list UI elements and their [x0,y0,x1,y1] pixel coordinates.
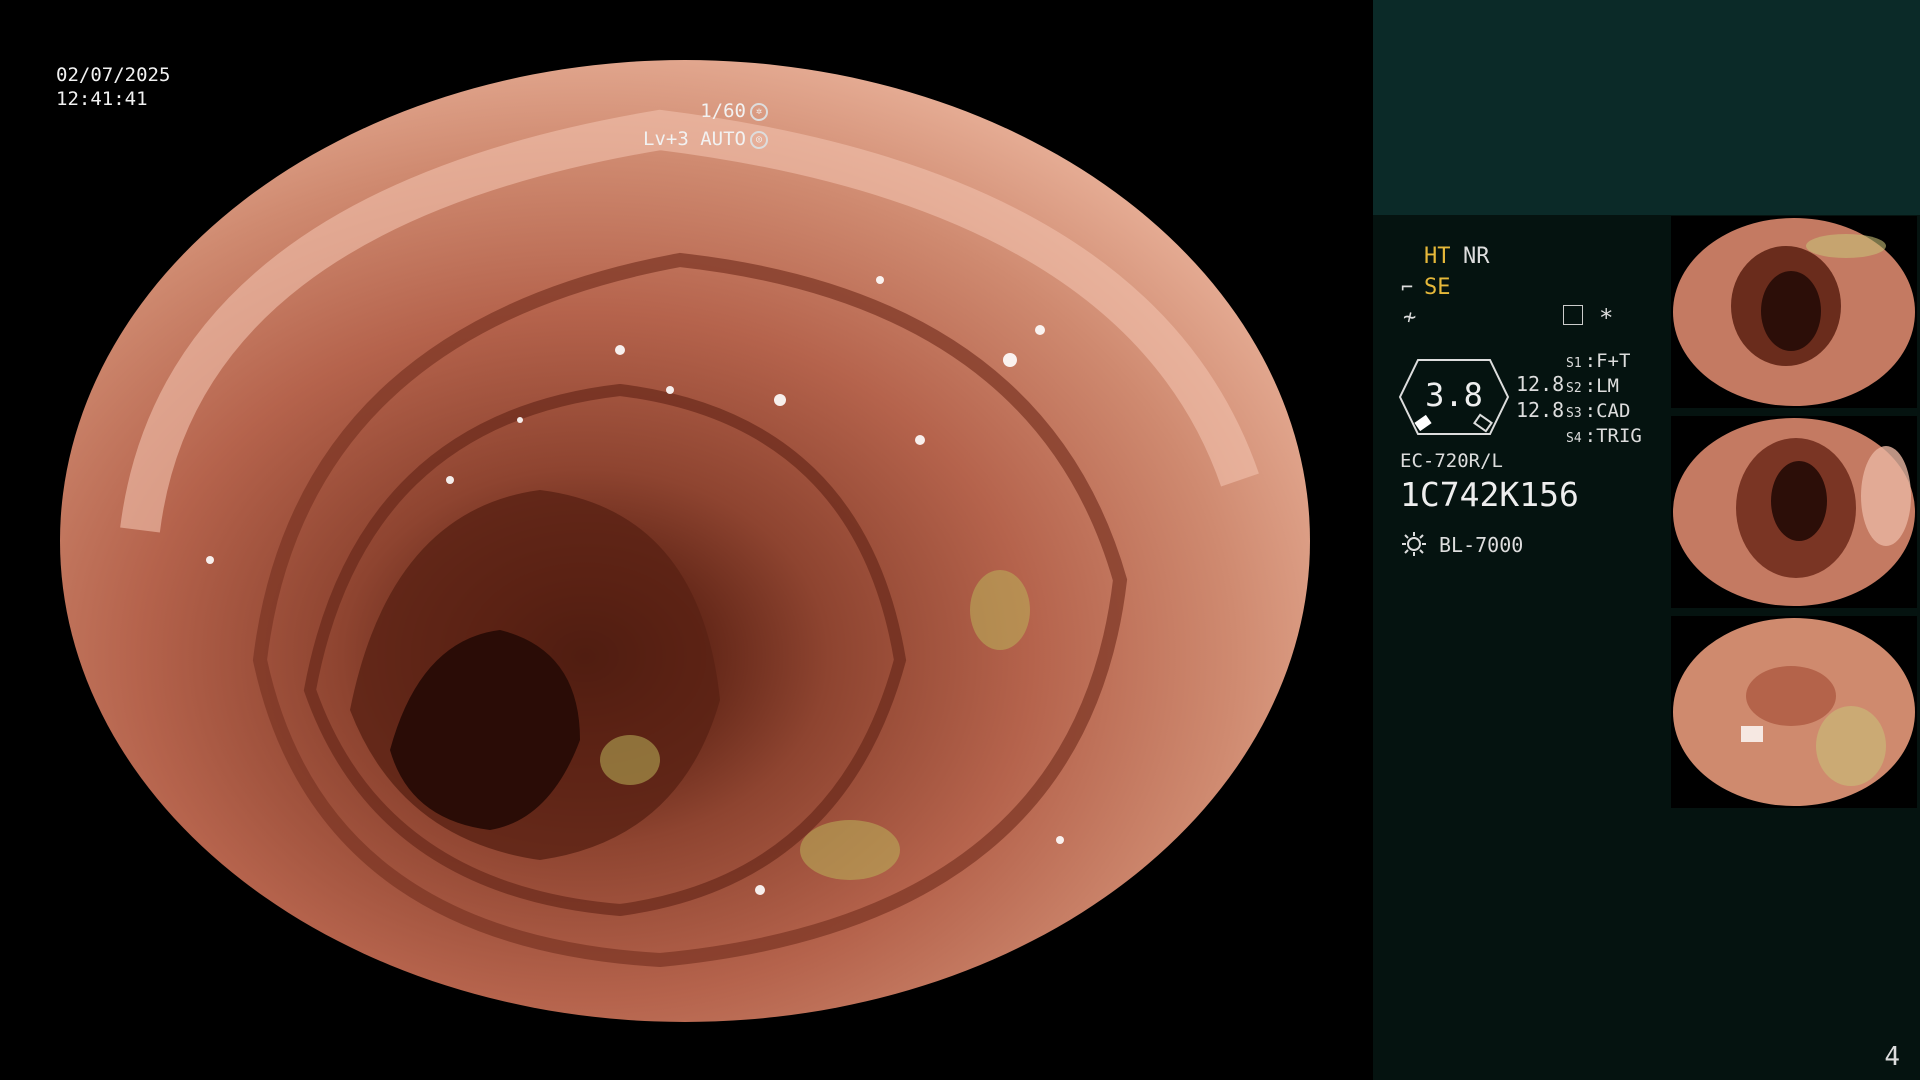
switch-s2: S2:LM [1566,375,1619,397]
date-display: 02/07/2025 [56,64,171,86]
menu-icon [1563,305,1583,325]
thumbnail-1-image [1673,218,1915,406]
ht-mode-label: HT [1424,244,1451,269]
structure-enhance-icon: ⌐ [1401,275,1414,299]
zoom-gauge-value: 3.8 [1425,376,1483,414]
se-mode-label: SE [1424,275,1451,300]
thumbnail-2[interactable] [1671,416,1917,608]
scope-serial: 1C742K156 [1400,475,1579,514]
iris-level-display: Lv+3 AUTO ◎ [643,128,768,150]
status-panel-header [1373,0,1920,215]
thumbnail-3-image [1673,618,1915,806]
switch-s4: S4:TRIG [1566,425,1642,447]
thumbnail-1[interactable] [1671,216,1917,408]
switch-s1: S1:F+T [1566,350,1631,372]
gauge-side-value-2: 12.8 [1516,398,1565,422]
star-indicator: * [1599,304,1614,332]
page-number: 4 [1884,1042,1900,1072]
shutter-icon: ✲ [750,102,768,121]
auto-iris-icon: ◎ [750,130,768,149]
switch-s3: S3:CAD [1566,400,1631,422]
gauge-side-value-1: 12.8 [1516,372,1565,396]
endoscopic-image [60,60,1310,1022]
thumbnail-3[interactable] [1671,616,1917,808]
time-display: 12:41:41 [56,88,148,110]
endoscope-main-view: 02/07/2025 12:41:41 1/60 ✲ Lv+3 AUTO ◎ [0,0,1372,1080]
nr-mode-label: NR [1463,244,1490,269]
zoom-gauge: 3.8 [1398,352,1510,442]
freeze-icon: ≁ [1403,305,1417,330]
light-source-label: BL-7000 [1439,533,1524,557]
scope-model: EC-720R/L [1400,450,1503,472]
shutter-speed-display: 1/60 ✲ [700,100,768,122]
status-panel: HT NR ⌐ SE ≁ * 3.8 12.8 12.8 S1:F+T S2:L… [1373,0,1920,1080]
thumbnail-strip [1671,216,1917,816]
colon-lumen-image [60,60,1310,1022]
thumbnail-2-image [1673,418,1915,606]
iris-level-value: Lv+3 AUTO [643,128,746,150]
light-source-icon [1402,532,1426,556]
shutter-speed-value: 1/60 [700,100,746,122]
